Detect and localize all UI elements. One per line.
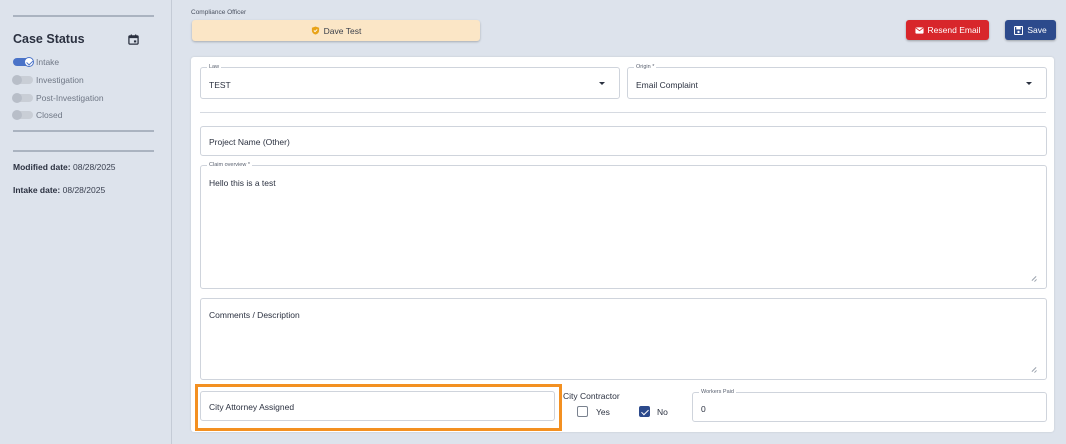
main-content: Compliance Officer Dave Test Resend Emai… — [173, 0, 1066, 444]
case-status-title: Case Status — [13, 32, 85, 46]
project-name-input[interactable]: Project Name (Other) — [200, 126, 1047, 156]
modified-date-label: Modified date: — [13, 162, 71, 172]
workers-paid-label: Workers Paid — [699, 389, 736, 395]
email-icon — [914, 26, 924, 34]
save-icon — [1014, 25, 1024, 35]
workers-paid-input[interactable]: Workers Paid 0 — [692, 389, 1047, 422]
status-label-closed: Closed — [36, 110, 63, 120]
workers-paid-value: 0 — [701, 404, 706, 414]
shield-icon — [311, 26, 319, 35]
city-contractor-yes-checkbox[interactable] — [577, 406, 588, 417]
sidebar: Case Status Intake Investigation Post-In… — [0, 0, 172, 444]
sidebar-divider — [13, 150, 154, 152]
compliance-officer-chip[interactable]: Dave Test — [192, 20, 480, 41]
claim-overview-value: Hello this is a test — [209, 178, 276, 188]
chevron-down-icon — [1026, 82, 1032, 85]
form-divider — [200, 112, 1046, 113]
origin-select[interactable]: Origin * Email Complaint — [627, 64, 1047, 99]
origin-label: Origin * — [634, 64, 657, 70]
intake-date-value: 08/28/2025 — [62, 185, 106, 195]
status-toggle-post-investigation[interactable] — [12, 93, 33, 103]
resize-handle-icon[interactable] — [1032, 367, 1037, 372]
resend-email-button[interactable]: Resend Email — [906, 20, 989, 40]
claim-overview-label: Claim overview * — [207, 162, 252, 168]
status-closed[interactable]: Closed — [12, 109, 63, 121]
status-label-post-investigation: Post-Investigation — [36, 93, 104, 103]
origin-value: Email Complaint — [636, 80, 698, 90]
claim-overview-textarea[interactable]: Claim overview * Hello this is a test — [200, 162, 1047, 289]
city-contractor-yes-label: Yes — [596, 407, 610, 417]
compliance-officer-name: Dave Test — [323, 25, 362, 36]
status-investigation[interactable]: Investigation — [12, 74, 84, 86]
highlight-box — [195, 384, 562, 431]
city-contractor-title: City Contractor — [563, 391, 620, 401]
status-label-intake: Intake — [36, 57, 60, 67]
intake-date: Intake date: 08/28/2025 — [13, 185, 105, 195]
status-post-investigation[interactable]: Post-Investigation — [12, 92, 104, 104]
resend-email-label: Resend Email — [927, 25, 981, 35]
compliance-officer-label: Compliance Officer — [191, 9, 247, 16]
status-toggle-investigation[interactable] — [12, 75, 33, 85]
save-button[interactable]: Save — [1005, 20, 1056, 40]
status-label-investigation: Investigation — [36, 75, 84, 85]
city-contractor-no-checkbox[interactable] — [639, 406, 650, 417]
modified-date-value: 08/28/2025 — [72, 162, 116, 172]
sidebar-divider — [13, 15, 154, 17]
law-value: TEST — [209, 80, 231, 90]
law-label: Law — [207, 64, 222, 70]
modified-date: Modified date: 08/28/2025 — [13, 162, 116, 172]
sidebar-divider — [13, 130, 154, 132]
status-toggle-intake[interactable] — [13, 57, 34, 67]
project-name-placeholder: Project Name (Other) — [209, 137, 290, 147]
resize-handle-icon[interactable] — [1032, 276, 1037, 281]
comments-textarea[interactable]: Comments / Description — [200, 298, 1047, 380]
chevron-down-icon — [599, 82, 605, 85]
save-label: Save — [1027, 25, 1047, 35]
case-form-card: Law TEST Origin * Email Complaint Projec… — [191, 57, 1054, 432]
status-intake[interactable]: Intake — [13, 56, 59, 68]
intake-date-label: Intake date: — [13, 185, 61, 195]
status-toggle-closed[interactable] — [12, 110, 33, 120]
city-contractor-no-label: No — [657, 407, 668, 417]
law-select[interactable]: Law TEST — [200, 64, 620, 99]
comments-placeholder: Comments / Description — [209, 310, 300, 320]
calendar-icon[interactable] — [128, 34, 139, 45]
